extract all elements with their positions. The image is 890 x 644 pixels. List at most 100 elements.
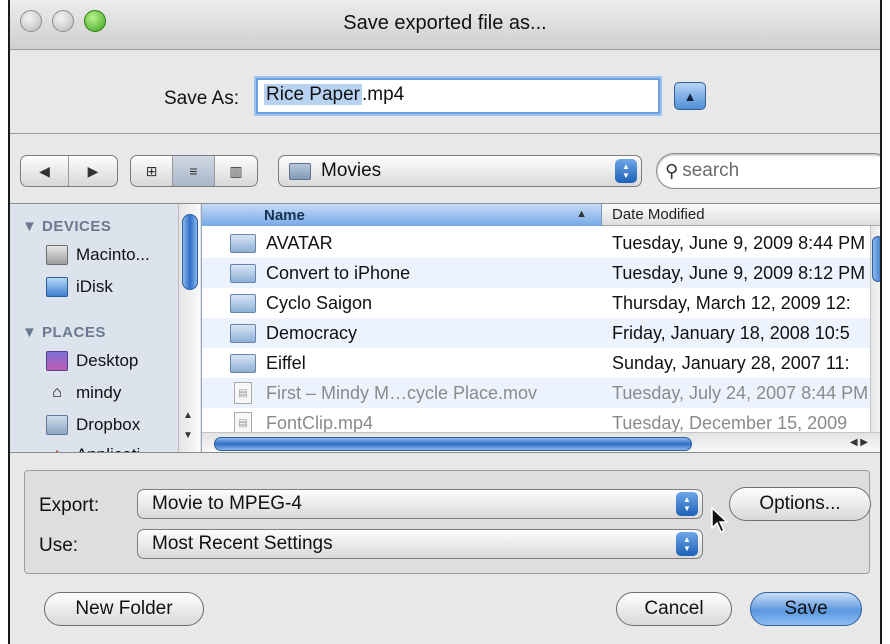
sidebar-item-label: mindy xyxy=(76,383,122,402)
column-view-icon: ▥ xyxy=(229,162,243,179)
list-view-icon: ≡ xyxy=(189,163,198,179)
save-dialog-window: Save exported file as... Save As: Rice P… xyxy=(8,0,882,644)
column-view-button[interactable]: ▥ xyxy=(215,156,257,186)
file-list-horizontal-scrollbar[interactable]: ◀ ▶ xyxy=(202,432,880,452)
table-row[interactable]: Eiffel Sunday, January 28, 2007 11: xyxy=(202,348,880,378)
use-label: Use: xyxy=(39,535,79,556)
table-row: ▤ First – Mindy M…cycle Place.mov Tuesday… xyxy=(202,378,880,408)
folder-icon xyxy=(230,263,256,283)
scroll-up-arrow-icon[interactable]: ▲ xyxy=(183,410,193,421)
sidebar-item-label: Applicati... xyxy=(76,445,154,452)
save-as-label: Save As: xyxy=(164,88,239,109)
expand-dialog-button[interactable]: ▲ xyxy=(674,82,706,110)
file-name: Eiffel xyxy=(266,352,306,373)
sidebar-item-dropbox[interactable]: Dropbox xyxy=(46,412,140,438)
column-header-date[interactable]: Date Modified xyxy=(602,204,880,226)
sidebar-item-macintosh-hd[interactable]: Macinto... xyxy=(46,242,150,268)
cancel-button[interactable]: Cancel xyxy=(616,592,732,626)
sidebar-item-label: Macinto... xyxy=(76,245,150,264)
folder-icon xyxy=(230,293,256,313)
sidebar-item-label: iDisk xyxy=(76,277,113,296)
file-date: Tuesday, December 15, 2009 xyxy=(612,412,848,433)
title-bar: Save exported file as... xyxy=(10,0,880,50)
horizontal-scroll-thumb[interactable] xyxy=(214,437,692,451)
dropbox-folder-icon xyxy=(46,415,68,435)
file-list: Name ▲ Date Modified AVATAR Tuesday, Jun… xyxy=(202,204,880,452)
save-as-area: Save As: Rice Paper .mp4 ▲ xyxy=(10,50,880,134)
movie-file-icon: ▤ xyxy=(234,382,252,404)
file-date: Tuesday, June 9, 2009 8:12 PM xyxy=(612,262,866,283)
popup-arrows-icon: ▲ ▼ xyxy=(676,492,698,516)
file-date: Tuesday, June 9, 2009 8:44 PM xyxy=(612,232,866,253)
column-header-name[interactable]: Name ▲ xyxy=(202,204,602,226)
mouse-pointer-icon xyxy=(711,506,729,534)
back-arrow-icon: ◀ xyxy=(39,162,50,179)
file-name: FontClip.mp4 xyxy=(266,412,374,433)
sidebar-item-label: Desktop xyxy=(76,351,139,370)
list-view-button[interactable]: ≡ xyxy=(173,156,215,186)
sidebar-heading-devices[interactable]: ▼ DEVICES xyxy=(22,218,111,235)
column-header-name-label: Name xyxy=(264,206,305,224)
file-name: Convert to iPhone xyxy=(266,262,411,283)
search-input[interactable] xyxy=(682,160,843,182)
file-rows: AVATAR Tuesday, June 9, 2009 8:44 PM Con… xyxy=(202,228,880,438)
file-browser: ▼ DEVICES Macinto... iDisk ▼ PLACES Desk… xyxy=(10,203,880,453)
sidebar-item-idisk[interactable]: iDisk xyxy=(46,274,113,300)
options-button[interactable]: Options... xyxy=(729,487,871,521)
column-header-date-label: Date Modified xyxy=(612,206,705,223)
sidebar-scroll-thumb[interactable] xyxy=(182,214,198,290)
view-mode-control: ⊞ ≡ ▥ xyxy=(130,155,258,187)
forward-arrow-icon: ▶ xyxy=(87,162,99,179)
file-date: Friday, January 18, 2008 10:5 xyxy=(612,322,850,343)
triangle-up-icon: ▲ xyxy=(683,88,697,104)
vertical-scroll-thumb[interactable] xyxy=(872,236,880,282)
location-popup[interactable]: Movies ▲ ▼ xyxy=(278,155,642,187)
file-list-vertical-scrollbar[interactable] xyxy=(870,226,880,432)
sidebar-item-label: Dropbox xyxy=(76,415,141,434)
export-format-value: Movie to MPEG-4 xyxy=(152,493,302,514)
use-settings-value: Most Recent Settings xyxy=(152,533,333,554)
table-row[interactable]: Cyclo Saigon Thursday, March 12, 2009 12… xyxy=(202,288,880,318)
file-name: Cyclo Saigon xyxy=(266,292,373,313)
scroll-left-right-arrows-icon[interactable]: ◀ ▶ xyxy=(850,437,868,448)
file-name: AVATAR xyxy=(266,232,333,253)
sidebar-item-applications[interactable]: ▲ Applicati... xyxy=(46,442,154,452)
movies-folder-icon xyxy=(289,162,311,180)
folder-icon xyxy=(230,233,256,253)
file-date: Thursday, March 12, 2009 12: xyxy=(612,292,851,313)
forward-button[interactable]: ▶ xyxy=(69,156,117,186)
scroll-down-arrow-icon[interactable]: ▼ xyxy=(183,430,193,441)
popup-arrows-icon: ▲ ▼ xyxy=(676,532,698,556)
table-row[interactable]: Convert to iPhone Tuesday, June 9, 2009 … xyxy=(202,258,880,288)
search-icon: ⚲ xyxy=(665,160,679,181)
save-as-filename-input[interactable]: Rice Paper .mp4 xyxy=(256,78,660,114)
location-label: Movies xyxy=(321,160,382,181)
folder-icon xyxy=(230,323,256,343)
export-format-popup[interactable]: Movie to MPEG-4 ▲ ▼ xyxy=(137,489,703,519)
sidebar-heading-places[interactable]: ▼ PLACES xyxy=(22,324,106,341)
save-button[interactable]: Save xyxy=(750,592,862,626)
search-field[interactable]: ⚲ xyxy=(656,153,880,189)
sidebar-item-desktop[interactable]: Desktop xyxy=(46,348,138,374)
new-folder-button[interactable]: New Folder xyxy=(44,592,204,626)
use-settings-popup[interactable]: Most Recent Settings ▲ ▼ xyxy=(137,529,703,559)
folder-icon xyxy=(230,353,256,373)
list-header: Name ▲ Date Modified xyxy=(202,204,880,226)
table-row[interactable]: AVATAR Tuesday, June 9, 2009 8:44 PM xyxy=(202,228,880,258)
sidebar-scrollbar[interactable]: ▲ ▼ xyxy=(178,204,200,452)
file-date: Sunday, January 28, 2007 11: xyxy=(612,352,850,373)
filename-extension: .mp4 xyxy=(362,84,405,105)
idisk-icon xyxy=(46,277,68,297)
sort-ascending-icon: ▲ xyxy=(576,208,587,220)
icon-view-button[interactable]: ⊞ xyxy=(131,156,173,186)
back-forward-control: ◀ ▶ xyxy=(20,155,118,187)
home-icon: ⌂ xyxy=(52,384,62,401)
icon-view-icon: ⊞ xyxy=(145,162,158,179)
file-name: Democracy xyxy=(266,322,358,343)
popup-arrows-icon: ▲ ▼ xyxy=(615,159,637,183)
back-button[interactable]: ◀ xyxy=(21,156,69,186)
table-row[interactable]: Democracy Friday, January 18, 2008 10:5 xyxy=(202,318,880,348)
sidebar-item-home[interactable]: ⌂ mindy xyxy=(46,380,121,406)
applications-icon: ▲ xyxy=(46,445,68,452)
movie-file-icon: ▤ xyxy=(234,412,252,434)
